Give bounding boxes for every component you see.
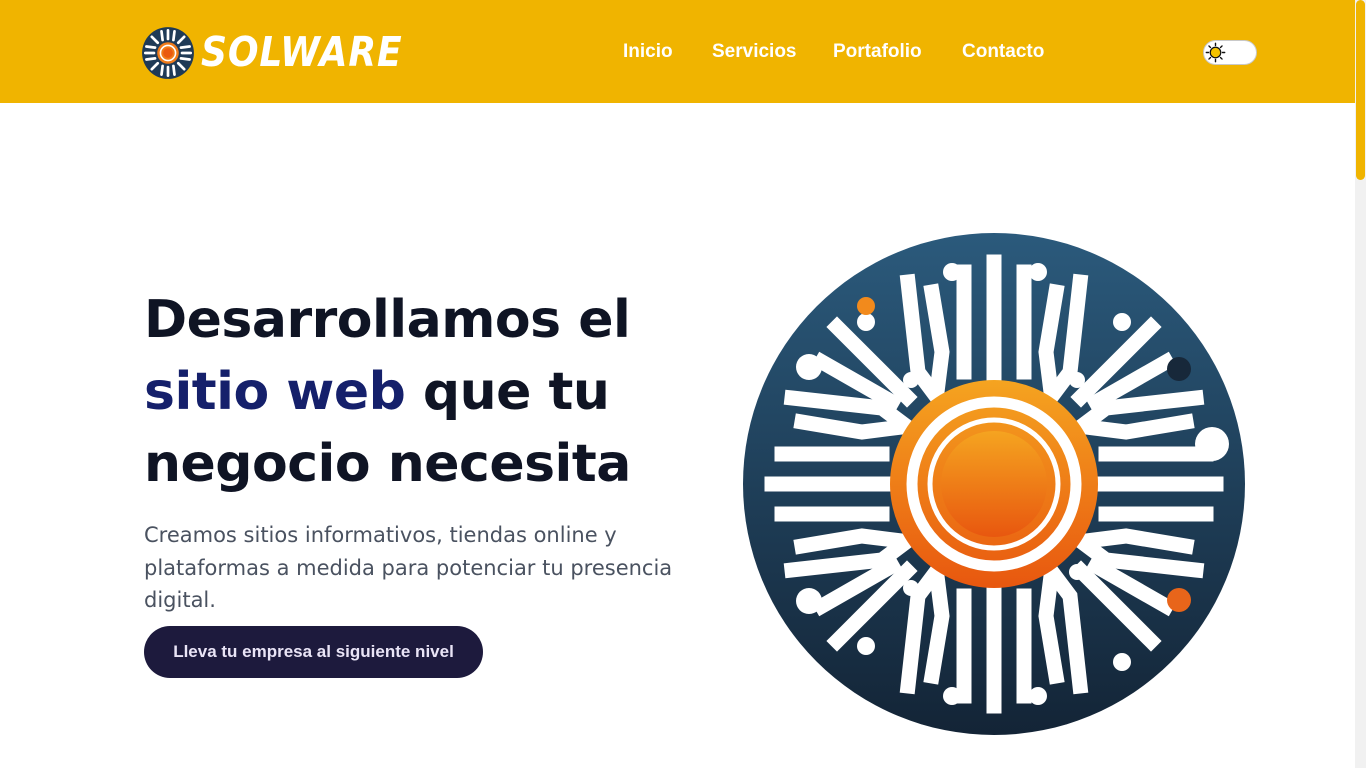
theme-toggle[interactable] [1203,40,1257,65]
nav-link-contacto[interactable]: Contacto [962,41,1044,63]
nav-link-portafolio[interactable]: Portafolio [833,41,922,63]
nav-link-inicio[interactable]: Inicio [623,41,673,63]
hero-title: Desarrollamos el sitio web que tu negoci… [144,290,631,494]
page-scrollbar[interactable] [1355,0,1366,768]
cta-button[interactable]: Lleva tu empresa al siguiente nivel [144,626,483,678]
scrollbar-thumb[interactable] [1356,0,1365,180]
circuit-sun-logo-icon [142,26,194,79]
circuit-sun-illustration-icon [743,233,1245,735]
site-header: SOLWARE Inicio Servicios Portafolio Cont… [0,0,1355,103]
hero-subtitle: Creamos sitios informativos, tiendas onl… [144,523,673,612]
nav-link-servicios[interactable]: Servicios [712,41,797,63]
hero-title-accent: sitio web [144,362,406,422]
brand-logo[interactable]: SOLWARE [141,25,430,80]
brand-name: SOLWARE [201,28,403,76]
sun-icon [1205,42,1226,63]
